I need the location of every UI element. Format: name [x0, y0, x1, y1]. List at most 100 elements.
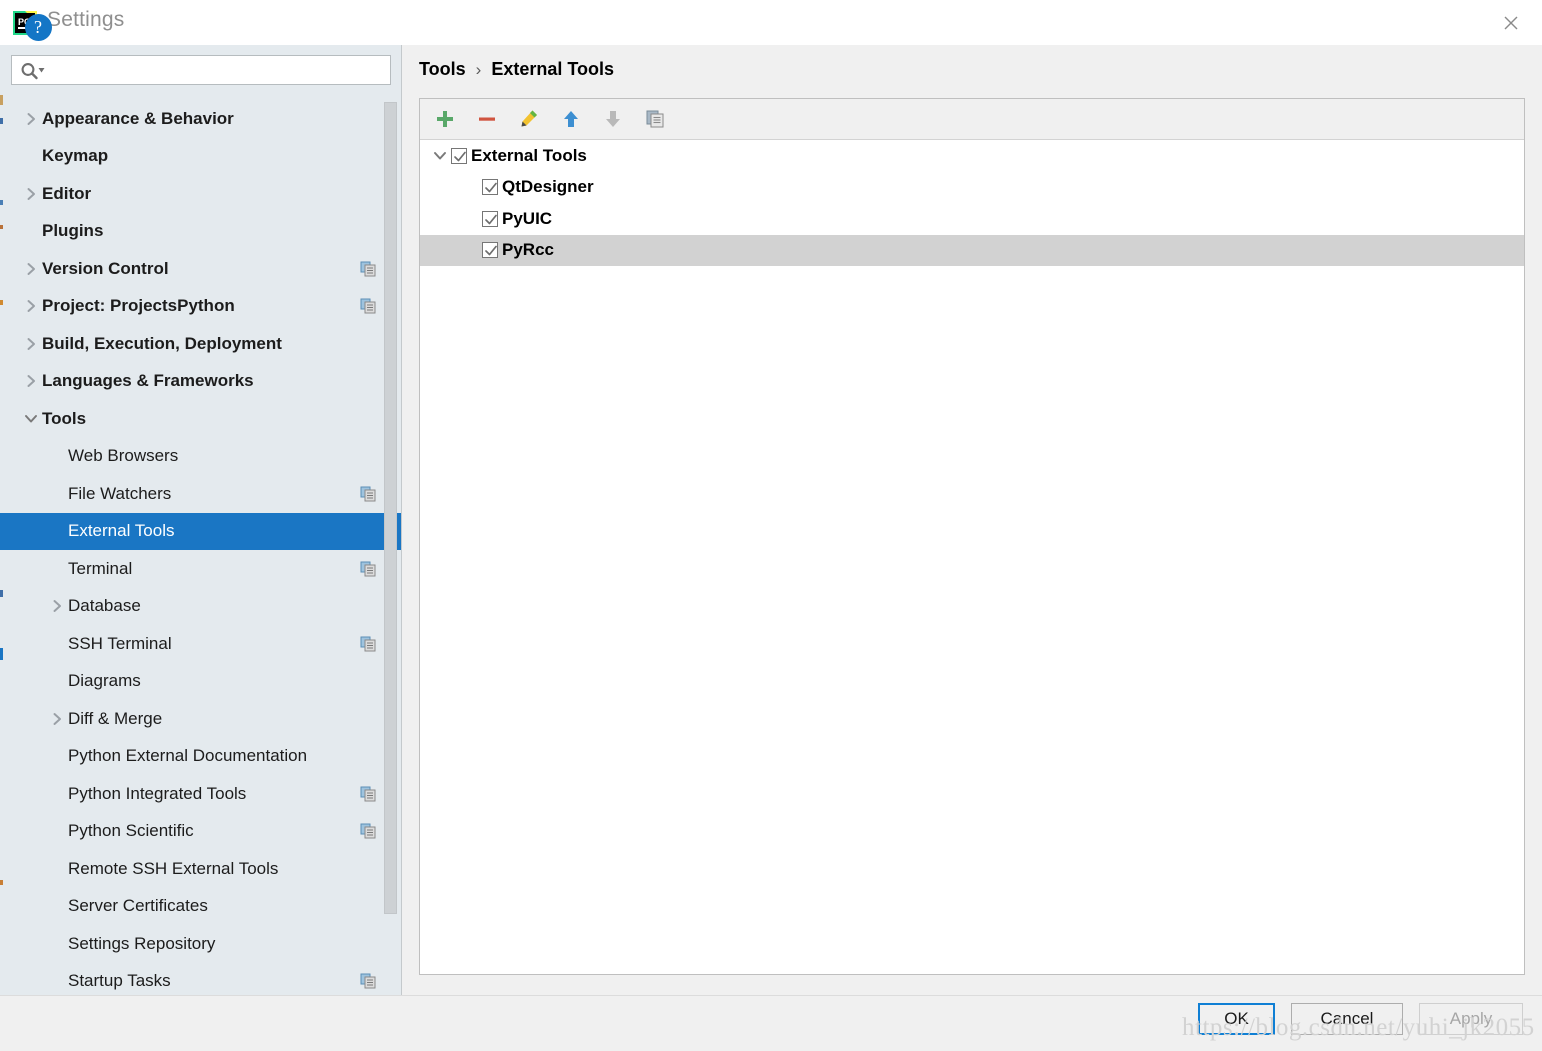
move-down-button[interactable] — [600, 106, 626, 132]
tree-row[interactable]: QtDesigner — [420, 172, 1524, 204]
copy-button[interactable] — [642, 106, 668, 132]
apply-button: Apply — [1419, 1003, 1523, 1035]
copy-settings-icon[interactable] — [360, 973, 376, 989]
chevron-right-icon[interactable] — [20, 288, 42, 325]
settings-content: Tools › External Tools External Tools Qt… — [403, 45, 1542, 995]
sidebar-item-python-integrated-tools[interactable]: Python Integrated Tools — [0, 775, 401, 813]
sidebar-item-languages-frameworks[interactable]: Languages & Frameworks — [0, 363, 401, 401]
sidebar-item-remote-ssh-external-tools[interactable]: Remote SSH External Tools — [0, 850, 401, 888]
sidebar-item-label: External Tools — [68, 521, 175, 541]
sidebar-item-project-projectspython[interactable]: Project: ProjectsPython — [0, 288, 401, 326]
chevron-placeholder — [46, 850, 68, 887]
background-window-artifact — [0, 648, 3, 660]
tool-checkbox[interactable] — [482, 210, 498, 227]
sidebar-item-python-external-documentation[interactable]: Python External Documentation — [0, 738, 401, 776]
sidebar-item-diff-merge[interactable]: Diff & Merge — [0, 700, 401, 738]
chevron-placeholder — [46, 925, 68, 962]
chevron-right-icon[interactable] — [46, 700, 68, 737]
sidebar-item-file-watchers[interactable]: File Watchers — [0, 475, 401, 513]
copy-settings-icon[interactable] — [360, 298, 376, 314]
sidebar-item-terminal[interactable]: Terminal — [0, 550, 401, 588]
cancel-button[interactable]: Cancel — [1291, 1003, 1403, 1035]
sidebar-item-label: SSH Terminal — [68, 633, 172, 653]
breadcrumb-parent[interactable]: Tools — [419, 59, 466, 80]
chevron-placeholder — [46, 775, 68, 812]
copy-settings-icon[interactable] — [360, 636, 376, 652]
root-checkbox[interactable] — [451, 147, 467, 164]
copy-settings-icon[interactable] — [360, 261, 376, 277]
sidebar-item-tools[interactable]: Tools — [0, 400, 401, 438]
sidebar-item-label: Diff & Merge — [68, 708, 163, 728]
chevron-down-icon[interactable] — [20, 400, 42, 437]
copy-settings-icon[interactable] — [360, 823, 376, 839]
sidebar-item-label: Appearance & Behavior — [42, 108, 234, 128]
background-window-artifact — [0, 118, 3, 124]
sidebar-item-plugins[interactable]: Plugins — [0, 213, 401, 251]
external-tools-toolbar — [420, 99, 1524, 140]
chevron-right-icon[interactable] — [20, 363, 42, 400]
tree-row-label: PyRcc — [502, 240, 554, 260]
chevron-right-icon[interactable] — [20, 325, 42, 362]
search-icon — [19, 61, 47, 81]
sidebar-item-label: Editor — [42, 183, 92, 203]
sidebar-item-version-control[interactable]: Version Control — [0, 250, 401, 288]
chevron-right-icon[interactable] — [20, 100, 42, 137]
sidebar-item-label: Tools — [42, 408, 87, 428]
tool-checkbox[interactable] — [482, 179, 498, 196]
sidebar-item-appearance-behavior[interactable]: Appearance & Behavior — [0, 100, 401, 138]
sidebar-scrollbar-thumb[interactable] — [384, 102, 397, 914]
ok-button[interactable]: OK — [1198, 1003, 1275, 1035]
copy-settings-icon[interactable] — [360, 561, 376, 577]
tree-row[interactable]: PyUIC — [420, 203, 1524, 235]
sidebar-item-label: File Watchers — [68, 483, 172, 503]
chevron-right-icon[interactable] — [20, 250, 42, 287]
chevron-placeholder — [46, 550, 68, 587]
remove-button[interactable] — [474, 106, 500, 132]
background-window-artifact — [0, 590, 3, 597]
sidebar-item-build-execution-deployment[interactable]: Build, Execution, Deployment — [0, 325, 401, 363]
chevron-right-icon[interactable] — [46, 588, 68, 625]
breadcrumb: Tools › External Tools — [419, 59, 614, 80]
tree-row-label: PyUIC — [502, 208, 553, 228]
copy-settings-icon[interactable] — [360, 486, 376, 502]
sidebar-item-database[interactable]: Database — [0, 588, 401, 626]
chevron-placeholder — [20, 213, 42, 250]
chevron-placeholder — [46, 438, 68, 475]
help-button[interactable]: ? — [19, 8, 57, 46]
tree-row-root[interactable]: External Tools — [420, 140, 1524, 172]
chevron-placeholder — [46, 475, 68, 512]
tool-checkbox[interactable] — [482, 242, 498, 259]
sidebar-item-diagrams[interactable]: Diagrams — [0, 663, 401, 701]
breadcrumb-separator-icon: › — [475, 59, 482, 79]
sidebar-item-label: Version Control — [42, 258, 169, 278]
chevron-placeholder — [46, 513, 68, 550]
chevron-down-icon[interactable] — [429, 140, 451, 171]
search-box[interactable] — [11, 55, 391, 85]
copy-icon — [644, 108, 666, 130]
background-window-artifact — [0, 225, 3, 229]
tree-row-label: External Tools — [471, 145, 587, 165]
move-up-button[interactable] — [558, 106, 584, 132]
sidebar-item-python-scientific[interactable]: Python Scientific — [0, 813, 401, 851]
chevron-placeholder — [20, 138, 42, 175]
chevron-placeholder — [46, 888, 68, 925]
background-window-artifact — [0, 880, 3, 885]
add-button[interactable] — [432, 106, 458, 132]
chevron-right-icon[interactable] — [20, 175, 42, 212]
sidebar-item-web-browsers[interactable]: Web Browsers — [0, 438, 401, 476]
sidebar-item-keymap[interactable]: Keymap — [0, 138, 401, 176]
sidebar-item-settings-repository[interactable]: Settings Repository — [0, 925, 401, 963]
tree-row[interactable]: PyRcc — [420, 234, 1524, 266]
sidebar-item-startup-tasks[interactable]: Startup Tasks — [0, 963, 401, 996]
close-button[interactable] — [1488, 4, 1534, 42]
sidebar-item-external-tools[interactable]: External Tools — [0, 512, 401, 550]
chevron-placeholder — [46, 625, 68, 662]
sidebar-item-server-certificates[interactable]: Server Certificates — [0, 888, 401, 926]
edit-button[interactable] — [516, 106, 542, 132]
sidebar-tree: Appearance & Behavior Keymap Editor Plugins… — [0, 100, 401, 996]
copy-settings-icon[interactable] — [360, 786, 376, 802]
settings-sidebar: Appearance & Behavior Keymap Editor Plugins… — [0, 45, 402, 995]
sidebar-item-ssh-terminal[interactable]: SSH Terminal — [0, 625, 401, 663]
sidebar-item-editor[interactable]: Editor — [0, 175, 401, 213]
search-input[interactable] — [48, 57, 384, 83]
